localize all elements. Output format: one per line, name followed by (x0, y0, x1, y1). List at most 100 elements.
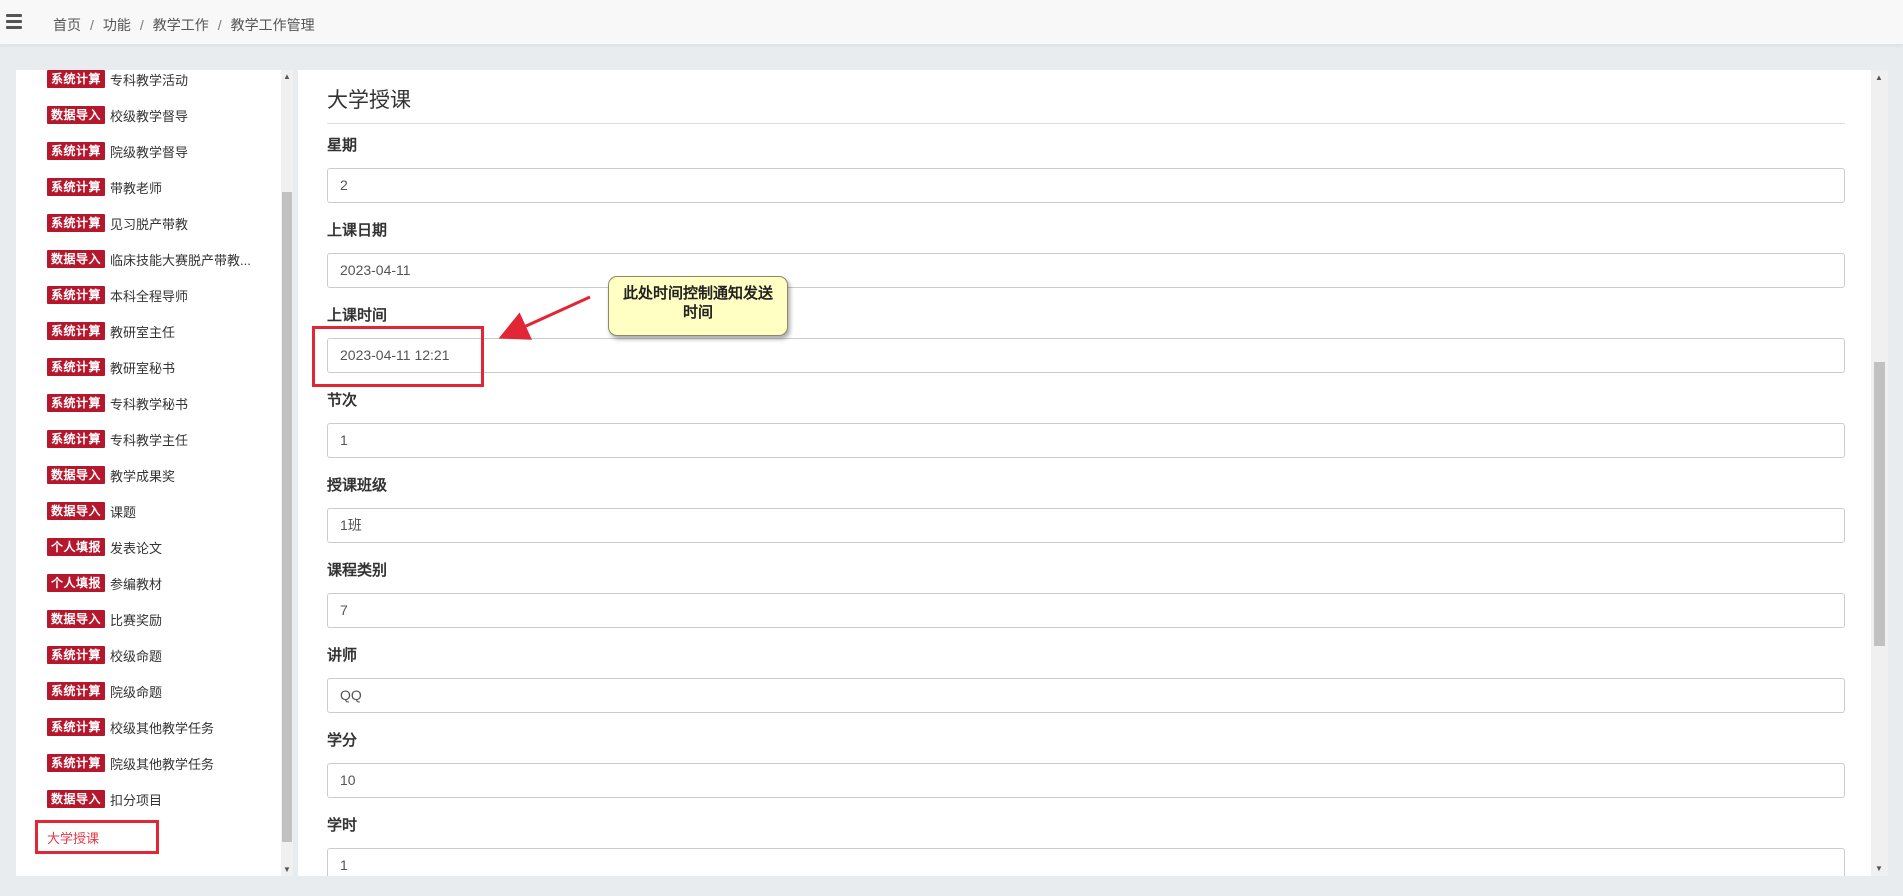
source-badge: 个人填报 (47, 574, 106, 592)
form-title: 大学授课 (327, 89, 411, 112)
highlight-box-time-field (312, 326, 484, 387)
sidebar-item-label: 院级命题 (110, 684, 163, 700)
source-badge: 系统计算 (47, 142, 106, 160)
scrollbar-thumb[interactable] (1874, 362, 1885, 646)
sidebar-item-label: 课题 (110, 504, 137, 520)
sidebar-item-label: 扣分项目 (110, 792, 163, 808)
sidebar-item[interactable]: 数据导入 校级教学督导 (47, 105, 282, 125)
breadcrumb: 首页 / 功能 / 教学工作 / 教学工作管理 (53, 17, 315, 33)
sidebar-item[interactable]: 数据导入 教学成果奖 (47, 465, 282, 485)
sidebar-item[interactable]: 系统计算 院级教学督导 (47, 141, 282, 161)
source-badge: 数据导入 (47, 250, 106, 268)
source-badge: 系统计算 (47, 358, 106, 376)
sidebar-item[interactable]: 系统计算 本科全程导师 (47, 285, 282, 305)
source-badge: 系统计算 (47, 646, 106, 664)
top-bar: 首页 / 功能 / 教学工作 / 教学工作管理 (0, 0, 1903, 45)
breadcrumb-home[interactable]: 首页 (53, 17, 81, 33)
breadcrumb-teaching-work[interactable]: 教学工作 (153, 17, 209, 33)
sidebar-item-label: 教研室秘书 (110, 360, 176, 376)
sidebar-item[interactable]: 系统计算 见习脱产带教 (47, 213, 282, 233)
sidebar-item-label: 校级命题 (110, 648, 163, 664)
source-badge: 数据导入 (47, 610, 106, 628)
sidebar-item[interactable]: 系统计算 教研室主任 (47, 321, 282, 341)
source-badge: 数据导入 (47, 790, 106, 808)
sidebar-item[interactable]: 数据导入 临床技能大赛脱产带教... (47, 249, 282, 269)
scroll-down-icon[interactable]: ▼ (1875, 864, 1883, 873)
field-label: 星期 (327, 137, 358, 154)
sidebar-item-label: 院级教学督导 (110, 144, 189, 160)
field-label: 学分 (327, 732, 358, 749)
source-badge: 系统计算 (47, 430, 106, 448)
sidebar-item[interactable]: 数据导入 课题 (47, 501, 282, 521)
source-badge: 数据导入 (47, 466, 106, 484)
sidebar: 系统计算 专科教学活动 数据导入 校级教学督导 系统计算 院级教学督导 系统计算 带教老师 系统… (16, 70, 293, 876)
source-badge: 系统计算 (47, 394, 106, 412)
field-label: 上课日期 (327, 222, 388, 239)
source-badge: 数据导入 (47, 106, 106, 124)
field-label: 授课班级 (327, 477, 388, 494)
sidebar-item-label: 教研室主任 (110, 324, 176, 340)
scroll-up-icon[interactable]: ▲ (283, 72, 291, 81)
sidebar-item[interactable]: 数据导入 扣分项目 (47, 789, 282, 809)
scroll-up-icon[interactable]: ▲ (1875, 73, 1883, 82)
sidebar-item[interactable]: 系统计算 院级其他教学任务 (47, 753, 282, 773)
sidebar-item-label: 专科教学主任 (110, 432, 189, 448)
sidebar-item[interactable]: 系统计算 院级命题 (47, 681, 282, 701)
field-input[interactable]: 1 (327, 848, 1845, 876)
field-input[interactable]: 7 (327, 593, 1845, 628)
source-badge: 系统计算 (47, 70, 106, 88)
sidebar-item[interactable]: 系统计算 带教老师 (47, 177, 282, 197)
sidebar-item[interactable]: 系统计算 教研室秘书 (47, 357, 282, 377)
sidebar-item[interactable]: 个人填报 参编教材 (47, 573, 282, 593)
sidebar-item-label: 参编教材 (110, 576, 163, 592)
sidebar-item[interactable]: 数据导入 比赛奖励 (47, 609, 282, 629)
source-badge: 数据导入 (47, 502, 106, 520)
sidebar-item-label: 专科教学秘书 (110, 396, 189, 412)
sidebar-item[interactable]: 个人填报 发表论文 (47, 537, 282, 557)
sidebar-item[interactable]: 系统计算 专科教学活动 (47, 70, 282, 89)
source-badge: 系统计算 (47, 754, 106, 772)
scroll-down-icon[interactable]: ▼ (283, 865, 291, 874)
sidebar-item-label: 比赛奖励 (110, 612, 163, 628)
source-badge: 系统计算 (47, 718, 106, 736)
sidebar-scrollbar[interactable]: ▲ ▼ (281, 70, 293, 876)
sidebar-item[interactable]: 系统计算 校级命题 (47, 645, 282, 665)
sidebar-item[interactable]: 系统计算 专科教学主任 (47, 429, 282, 449)
scrollbar-thumb[interactable] (282, 192, 292, 842)
field-label: 学时 (327, 817, 358, 834)
sidebar-item-label: 教学成果奖 (110, 468, 176, 484)
sidebar-item-label: 校级其他教学任务 (110, 720, 215, 736)
sidebar-item-label: 见习脱产带教 (110, 216, 189, 232)
source-badge: 系统计算 (47, 178, 106, 196)
sidebar-item[interactable]: 系统计算 校级其他教学任务 (47, 717, 282, 737)
sidebar-item-label: 校级教学督导 (110, 108, 189, 124)
source-badge: 系统计算 (47, 322, 106, 340)
field-input[interactable]: 2023-04-11 (327, 253, 1845, 288)
source-badge: 个人填报 (47, 538, 106, 556)
field-label: 节次 (327, 392, 358, 409)
field-input[interactable]: QQ (327, 678, 1845, 713)
main-scrollbar[interactable]: ▲ ▼ (1871, 70, 1888, 876)
field-label: 课程类别 (327, 562, 388, 579)
breadcrumb-current: 教学工作管理 (230, 17, 315, 33)
sidebar-item-label: 带教老师 (110, 180, 163, 196)
sidebar-item-label: 本科全程导师 (110, 288, 189, 304)
main-panel: 大学授课 星期 2 上课日期 2023-04-11 上课时间 2023-04-11 12:… (298, 70, 1888, 876)
field-label: 讲师 (327, 647, 358, 664)
highlight-box-sidebar (35, 820, 159, 854)
source-badge: 系统计算 (47, 682, 106, 700)
annotation-callout: 此处时间控制通知发送时间 (608, 276, 788, 336)
field-input[interactable]: 1班 (327, 508, 1845, 543)
sidebar-item[interactable]: 系统计算 专科教学秘书 (47, 393, 282, 413)
source-badge: 系统计算 (47, 214, 106, 232)
breadcrumb-function[interactable]: 功能 (103, 17, 131, 33)
title-divider (327, 123, 1845, 124)
sidebar-item-label: 临床技能大赛脱产带教... (110, 252, 251, 268)
field-input[interactable]: 2 (327, 168, 1845, 203)
menu-toggle-icon[interactable] (6, 14, 22, 30)
field-input[interactable]: 1 (327, 423, 1845, 458)
source-badge: 系统计算 (47, 286, 106, 304)
sidebar-item-label: 发表论文 (110, 540, 163, 556)
field-input[interactable]: 10 (327, 763, 1845, 798)
field-input[interactable]: 2023-04-11 12:21 (327, 338, 1845, 373)
